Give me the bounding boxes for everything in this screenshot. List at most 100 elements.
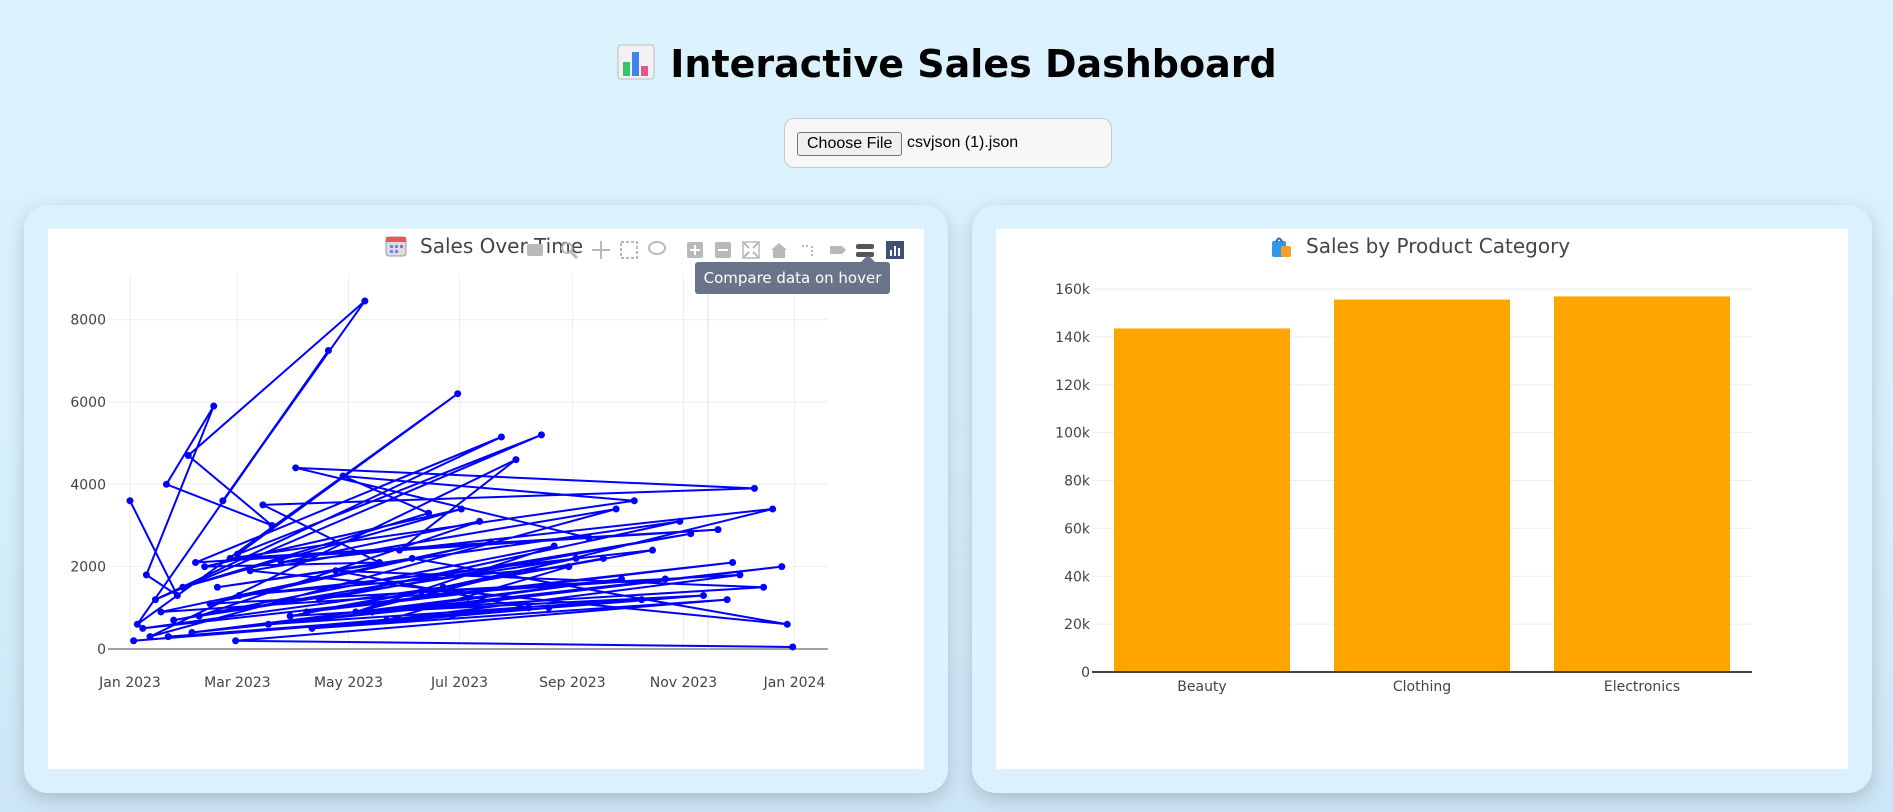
data-point[interactable] [368, 608, 376, 616]
data-point[interactable] [618, 575, 626, 583]
line-chart[interactable]: Jan 2023 Mar 2023 May 2023 Jul 2023 Sep 2023… [48, 229, 924, 769]
data-point[interactable] [465, 600, 473, 608]
sales-over-time-plot[interactable]: Jan 2023 Mar 2023 May 2023 Jul 2023 Sep 2023… [48, 229, 924, 769]
data-point[interactable] [303, 608, 311, 616]
data-point[interactable] [769, 505, 777, 513]
data-point[interactable] [188, 629, 196, 637]
data-point[interactable] [233, 550, 241, 558]
data-point[interactable] [210, 402, 218, 410]
data-point[interactable] [550, 542, 558, 550]
data-point[interactable] [638, 596, 646, 604]
data-point[interactable] [425, 509, 433, 517]
autoscale-icon[interactable] [742, 241, 760, 259]
data-point[interactable] [448, 612, 456, 620]
data-point[interactable] [408, 554, 416, 562]
data-point[interactable] [213, 583, 221, 591]
data-point[interactable] [486, 538, 494, 546]
data-point[interactable] [315, 596, 323, 604]
data-point[interactable] [789, 643, 797, 651]
data-point[interactable] [277, 559, 285, 567]
data-point[interactable] [264, 620, 272, 628]
data-point[interactable] [139, 624, 147, 632]
zoom-out-icon[interactable] [715, 242, 731, 258]
data-point[interactable] [630, 497, 638, 505]
data-point[interactable] [714, 526, 722, 534]
data-point[interactable] [173, 591, 181, 599]
spike-lines-icon[interactable] [802, 245, 813, 258]
data-point[interactable] [146, 633, 154, 641]
data-point[interactable] [286, 612, 294, 620]
data-point[interactable] [783, 620, 791, 628]
data-point[interactable] [417, 587, 425, 595]
data-point[interactable] [778, 563, 786, 571]
data-point[interactable] [226, 554, 234, 562]
hover-closest-icon[interactable] [830, 246, 846, 254]
data-point[interactable] [201, 563, 209, 571]
data-point[interactable] [292, 464, 300, 472]
data-point[interactable] [206, 600, 214, 608]
data-point[interactable] [151, 596, 159, 604]
data-point[interactable] [352, 608, 360, 616]
data-point[interactable] [179, 583, 187, 591]
plotly-logo-icon[interactable] [886, 241, 904, 259]
data-point[interactable] [565, 563, 573, 571]
data-point[interactable] [545, 604, 553, 612]
data-point[interactable] [383, 616, 391, 624]
data-point[interactable] [232, 637, 240, 645]
data-point[interactable] [454, 390, 462, 398]
data-point[interactable] [599, 554, 607, 562]
reset-axes-icon[interactable] [771, 243, 787, 258]
data-point[interactable] [268, 521, 276, 529]
data-point[interactable] [729, 559, 737, 567]
data-point[interactable] [324, 346, 332, 354]
bar[interactable] [1554, 296, 1730, 672]
data-point[interactable] [760, 583, 768, 591]
data-point[interactable] [585, 534, 593, 542]
data-point[interactable] [235, 591, 243, 599]
data-point[interactable] [723, 596, 731, 604]
data-point[interactable] [375, 559, 383, 567]
data-point[interactable] [661, 575, 669, 583]
data-point[interactable] [612, 505, 620, 513]
data-point[interactable] [736, 571, 744, 579]
data-point[interactable] [308, 624, 316, 632]
data-point[interactable] [332, 567, 340, 575]
data-point[interactable] [157, 608, 165, 616]
data-point[interactable] [170, 616, 178, 624]
data-point[interactable] [687, 530, 695, 538]
data-point[interactable] [130, 637, 138, 645]
data-point[interactable] [259, 501, 267, 509]
data-point[interactable] [676, 517, 684, 525]
data-point[interactable] [649, 546, 657, 554]
data-point[interactable] [525, 604, 533, 612]
data-point[interactable] [162, 480, 170, 488]
zoom-in-icon[interactable] [687, 242, 703, 258]
data-point[interactable] [195, 612, 203, 620]
data-point[interactable] [512, 456, 520, 464]
data-point[interactable] [219, 497, 227, 505]
data-point[interactable] [497, 433, 505, 441]
data-point[interactable] [339, 472, 347, 480]
data-point[interactable] [142, 571, 150, 579]
bar[interactable] [1334, 299, 1510, 672]
data-point[interactable] [164, 633, 172, 641]
data-point[interactable] [246, 567, 254, 575]
sales-by-category-plot[interactable]: 0 20k 40k 60k 80k 100k 120k 140k 160k Beauty Cloth… [996, 229, 1848, 769]
data-point[interactable] [699, 591, 707, 599]
camera-icon[interactable] [527, 244, 543, 256]
choose-file-button[interactable]: Choose File [797, 132, 903, 156]
data-point[interactable] [361, 297, 369, 305]
data-point[interactable] [476, 517, 484, 525]
data-point[interactable] [457, 505, 465, 513]
bar[interactable] [1114, 328, 1290, 672]
data-point[interactable] [126, 497, 134, 505]
data-point[interactable] [192, 559, 200, 567]
data-point[interactable] [572, 554, 580, 562]
data-point[interactable] [439, 583, 447, 591]
box-select-icon[interactable] [620, 241, 638, 259]
lasso-select-icon[interactable] [648, 241, 666, 255]
pan-icon[interactable] [592, 241, 610, 259]
bar-chart[interactable]: 0 20k 40k 60k 80k 100k 120k 140k 160k Beauty Cloth… [996, 229, 1848, 769]
data-point[interactable] [395, 546, 403, 554]
data-point[interactable] [184, 451, 192, 459]
